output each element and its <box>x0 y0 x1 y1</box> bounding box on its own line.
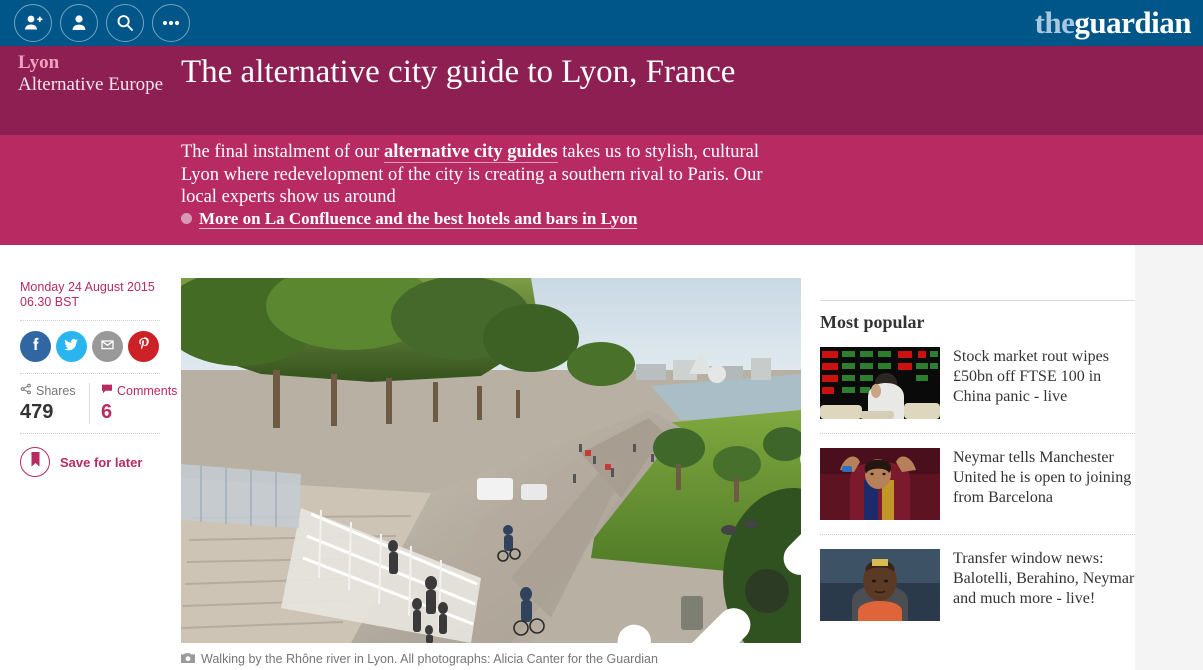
comments-count-block[interactable]: Comments 6 <box>89 383 177 424</box>
masthead-the: the <box>1034 5 1075 40</box>
guardian-masthead[interactable]: theguardian <box>1034 4 1192 42</box>
figure-caption: Walking by the Rhône river in Lyon. All … <box>181 652 801 668</box>
more-icon-button[interactable] <box>152 4 190 42</box>
standfirst-band: The final instalment of our alternative … <box>0 135 1203 245</box>
bookmark-icon-circle <box>20 447 50 477</box>
comments-number: 6 <box>101 401 113 423</box>
person-icon-button[interactable] <box>60 4 98 42</box>
more-icon <box>160 13 182 33</box>
headline-band: Lyon Alternative Europe The alternative … <box>0 46 1203 135</box>
shares-label-row: Shares <box>20 383 89 399</box>
bookmark-icon <box>30 452 41 472</box>
article-meta-column: Monday 24 August 2015 06.30 BST Shares 4… <box>20 280 177 477</box>
shares-label: Shares <box>36 383 76 398</box>
list-item-headline: Neymar tells Manchester United he is ope… <box>953 449 1132 506</box>
search-icon <box>115 13 135 33</box>
list-item[interactable]: Neymar tells Manchester United he is ope… <box>820 433 1135 534</box>
list-item[interactable]: Transfer window news: Balotelli, Berahin… <box>820 534 1135 635</box>
publish-date-line2: 06.30 BST <box>20 295 80 309</box>
list-item-headline: Transfer window news: Balotelli, Berahin… <box>953 550 1135 607</box>
comments-label-row: Comments <box>101 383 177 399</box>
person-icon <box>69 13 89 33</box>
pinterest-share-button[interactable] <box>128 331 159 362</box>
kicker-city: Lyon <box>18 52 60 73</box>
add-person-icon-button[interactable] <box>14 4 52 42</box>
shares-count-block: Shares 479 <box>20 383 89 424</box>
most-popular-rail: Most popular Stock market rout wipes £50… <box>820 300 1135 635</box>
stock-market-board-thumb <box>820 347 940 419</box>
facebook-share-button[interactable] <box>20 331 51 362</box>
related-link-text: More on La Confluence and the best hotel… <box>199 209 638 229</box>
publish-date-line1: Monday 24 August 2015 <box>20 280 155 294</box>
twitter-icon <box>63 336 80 358</box>
content-shell: Monday 24 August 2015 06.30 BST Shares 4… <box>0 245 1135 670</box>
top-icon-group <box>14 4 190 42</box>
main-photo[interactable] <box>181 278 801 643</box>
expand-image-button[interactable] <box>617 453 801 643</box>
neymar-thumb <box>820 448 940 520</box>
share-icon <box>20 383 32 399</box>
page-title: The alternative city guide to Lyon, Fran… <box>181 54 736 90</box>
save-for-later-button[interactable]: Save for later <box>20 434 160 477</box>
top-navigation-bar: theguardian <box>0 0 1203 46</box>
camera-icon <box>181 652 195 668</box>
figure-caption-text: Walking by the Rhône river in Lyon. All … <box>201 652 658 666</box>
email-icon <box>99 336 116 358</box>
comments-label: Comments <box>117 383 178 398</box>
expand-icon <box>457 409 801 643</box>
related-link-row[interactable]: More on La Confluence and the best hotel… <box>181 209 801 229</box>
standfirst-prefix: The final instalment of our <box>181 142 384 162</box>
shares-number: 479 <box>20 401 54 423</box>
article-page: theguardian Lyon Alternative Europe The … <box>0 0 1203 670</box>
article-main-figure: Walking by the Rhône river in Lyon. All … <box>181 278 801 668</box>
kicker-series: Alternative Europe <box>18 74 164 95</box>
pinterest-icon <box>136 336 152 357</box>
list-item[interactable]: Stock market rout wipes £50bn off FTSE 1… <box>820 347 1135 433</box>
publish-date: Monday 24 August 2015 06.30 BST <box>20 280 160 321</box>
share-button-group <box>20 321 160 374</box>
standfirst-link[interactable]: alternative city guides <box>383 142 558 163</box>
balotelli-thumb <box>820 549 940 621</box>
engagement-counts: Shares 479 Comments 6 <box>20 374 177 434</box>
most-popular-title: Most popular <box>820 312 925 332</box>
thumbnail-image <box>820 347 940 419</box>
series-kicker[interactable]: Lyon Alternative Europe <box>18 52 168 96</box>
email-share-button[interactable] <box>92 331 123 362</box>
save-for-later-label: Save for later <box>60 454 143 470</box>
thumbnail-image <box>820 448 940 520</box>
masthead-guardian: guardian <box>1074 5 1191 40</box>
thumbnail-image <box>820 549 940 621</box>
facebook-icon <box>28 336 44 357</box>
standfirst-text: The final instalment of our alternative … <box>181 141 781 209</box>
list-item-headline: Stock market rout wipes £50bn off FTSE 1… <box>953 348 1109 405</box>
search-icon-button[interactable] <box>106 4 144 42</box>
bullet-icon <box>181 213 192 224</box>
add-person-icon <box>23 13 43 33</box>
comment-bubble-icon <box>101 383 113 399</box>
twitter-share-button[interactable] <box>56 331 87 362</box>
